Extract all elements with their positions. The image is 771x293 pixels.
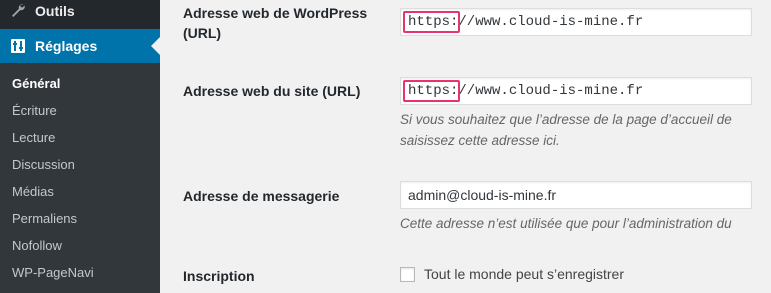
registration-checkbox-label[interactable]: Tout le monde peut s’enregistrer: [424, 266, 624, 282]
submenu-item-permaliens[interactable]: Permaliens: [0, 205, 160, 232]
site-url-input[interactable]: https://www.cloud-is-mine.fr: [400, 77, 752, 105]
site-url-description-line2: saisissez cette adresse ici.: [400, 133, 560, 148]
submenu-item-discussion[interactable]: Discussion: [0, 151, 160, 178]
menu-item-reglages[interactable]: Réglages: [0, 29, 160, 63]
registration-option: Tout le monde peut s’enregistrer: [400, 266, 624, 282]
wp-url-label: Adresse web de WordPress (URL): [183, 5, 368, 41]
submenu-item-medias[interactable]: Médias: [0, 178, 160, 205]
wp-url-input[interactable]: https://www.cloud-is-mine.fr: [400, 8, 752, 36]
site-url-description-line1: Si vous souhaitez que l’adresse de la pa…: [400, 112, 732, 127]
menu-label-outils: Outils: [35, 3, 75, 19]
reglages-submenu: Général Écriture Lecture Discussion Médi…: [0, 63, 160, 293]
email-label: Adresse de messagerie: [183, 188, 340, 204]
submenu-item-ecriture[interactable]: Écriture: [0, 97, 160, 124]
settings-form: Adresse web de WordPress (URL) https://w…: [160, 0, 771, 293]
site-url-label: Adresse web du site (URL): [183, 83, 361, 99]
menu-item-outils[interactable]: Outils: [0, 0, 160, 28]
registration-label: Inscription: [183, 268, 255, 284]
submenu-item-wp-pagenavi[interactable]: WP-PageNavi: [0, 259, 160, 286]
admin-sidebar: Outils Réglages Général Écriture Lecture…: [0, 0, 160, 293]
registration-checkbox[interactable]: [400, 266, 415, 282]
wrench-icon: [9, 2, 27, 20]
submenu-item-lecture[interactable]: Lecture: [0, 124, 160, 151]
email-description: Cette adresse n’est utilisée que pour l’…: [400, 216, 732, 231]
sliders-icon: [9, 37, 27, 55]
menu-label-reglages: Réglages: [35, 38, 98, 54]
submenu-item-general[interactable]: Général: [0, 70, 160, 97]
email-input[interactable]: admin@cloud-is-mine.fr: [400, 181, 752, 209]
submenu-item-nofollow[interactable]: Nofollow: [0, 232, 160, 259]
